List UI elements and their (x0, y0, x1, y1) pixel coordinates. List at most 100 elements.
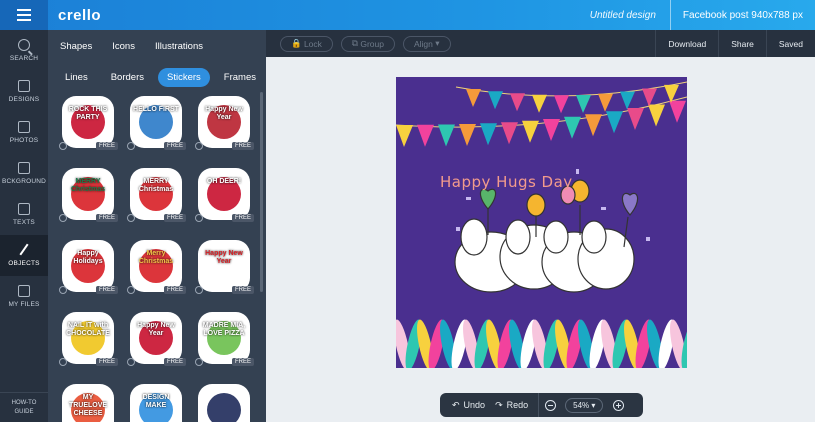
sticker-item[interactable]: HELLO FIRST FREE (126, 92, 186, 152)
info-icon[interactable] (59, 142, 67, 150)
sticker-text: Happy Holidays (73, 250, 103, 265)
bunting-flag (522, 120, 539, 143)
sticker-item[interactable]: MERRY Christmas FREE (58, 164, 118, 224)
bunting-flag (620, 91, 635, 110)
free-badge: FREE (231, 142, 254, 150)
sticker-item[interactable]: OH DEER! FREE (194, 164, 254, 224)
info-icon[interactable] (59, 358, 67, 366)
undo-label: Undo (463, 400, 486, 410)
sticker-item[interactable]: ROCK THIS PARTY FREE (58, 92, 118, 152)
nav-label: MY FILES (8, 301, 40, 308)
menu-icon[interactable] (0, 0, 48, 30)
zoom-in-button[interactable] (607, 399, 629, 411)
redo-label: Redo (506, 400, 529, 410)
zoom-out-button[interactable] (539, 399, 561, 411)
bunting-flag (480, 123, 497, 146)
undo-button[interactable]: ↶ Undo (440, 393, 485, 417)
sticker-item[interactable]: DESIGN MAKEFREE (126, 380, 186, 422)
sticker-text: MY TRUELOVE CHEESE (68, 394, 108, 417)
left-nav: SEARCH DESIGNS PHOTOS BCKGROUND TEXTS OB… (0, 30, 48, 422)
sticker-text: HELLO FIRST (133, 106, 179, 113)
align-label: Align (413, 38, 433, 49)
app-logo[interactable]: crello (58, 7, 101, 24)
sticker-item[interactable]: Happy New Year FREE (194, 236, 254, 296)
undo-icon: ↶ (452, 399, 460, 410)
canvas-area[interactable]: Happy Hugs Day (266, 57, 815, 422)
sticker-text: OH DEER! (206, 178, 242, 185)
free-badge: FREE (163, 358, 186, 366)
sticker-text: NAIL IT with CHOCOLATE (66, 322, 110, 337)
info-icon[interactable] (195, 214, 203, 222)
free-badge: FREE (95, 214, 118, 222)
tab-illustrations[interactable]: Illustrations (155, 41, 203, 52)
redo-icon: ↷ (495, 399, 503, 410)
panel-scrollbar[interactable] (260, 92, 263, 292)
info-icon[interactable] (127, 286, 135, 294)
sticker-text: Happy New Year (137, 322, 175, 337)
info-icon[interactable] (127, 214, 135, 222)
sticker-item[interactable]: FREE (194, 380, 254, 422)
free-badge: FREE (231, 214, 254, 222)
nav-designs[interactable]: DESIGNS (0, 71, 48, 112)
share-button[interactable]: Share (718, 30, 766, 57)
nav-label: BCKGROUND (1, 178, 47, 185)
sticker-item[interactable]: MY TRUELOVE CHEESEFREE (58, 380, 118, 422)
nav-texts[interactable]: TEXTS (0, 194, 48, 235)
document-format[interactable]: Facebook post 940x788 px (669, 0, 815, 30)
info-icon[interactable] (127, 358, 135, 366)
info-icon[interactable] (195, 358, 203, 366)
tab-icons[interactable]: Icons (112, 41, 135, 52)
sheep-illustration (454, 205, 635, 293)
zoom-select[interactable]: 54% ▾ (565, 397, 604, 413)
sticker-item[interactable]: Happy New Year FREE (194, 92, 254, 152)
tab-frames[interactable]: Frames (215, 68, 265, 87)
editor-toolbar: 🔒 Lock ⧉ Group Align ▾ Download Share Sa… (266, 30, 815, 57)
search-icon (18, 39, 30, 51)
nav-search[interactable]: SEARCH (0, 30, 48, 71)
align-button[interactable]: Align ▾ (402, 35, 451, 52)
tab-stickers[interactable]: Stickers (157, 67, 210, 87)
nav-photos[interactable]: PHOTOS (0, 112, 48, 153)
info-icon[interactable] (59, 214, 67, 222)
sticker-item[interactable]: Merry Christmas FREE (126, 236, 186, 296)
saved-status: Saved (765, 30, 815, 57)
nav-objects[interactable]: OBJECTS (0, 235, 48, 276)
bunting-flag (598, 93, 613, 112)
info-icon[interactable] (127, 142, 135, 150)
nav-background[interactable]: BCKGROUND (0, 153, 48, 194)
bunting-flag (417, 124, 434, 147)
sticker-item[interactable]: Happy Holidays FREE (58, 236, 118, 296)
free-badge: FREE (95, 286, 118, 294)
info-icon[interactable] (59, 286, 67, 294)
my-files-icon (18, 285, 30, 297)
sticker-item[interactable]: NAIL IT with CHOCOLATE FREE (58, 308, 118, 368)
group-button[interactable]: ⧉ Group (340, 35, 395, 52)
tab-borders[interactable]: Borders (102, 68, 153, 87)
sticker-item[interactable]: MERRY Christmas FREE (126, 164, 186, 224)
nav-label: DESIGNS (8, 96, 40, 103)
redo-button[interactable]: ↷ Redo (485, 393, 538, 417)
bunting-flag (510, 93, 525, 112)
sticker-item[interactable]: Happy New Year FREE (126, 308, 186, 368)
artboard-title[interactable]: Happy Hugs Day (440, 173, 573, 191)
tab-shapes[interactable]: Shapes (60, 41, 92, 52)
sticker-art (198, 384, 250, 422)
lock-button[interactable]: 🔒 Lock (280, 35, 333, 52)
tab-lines[interactable]: Lines (56, 68, 97, 87)
info-icon[interactable] (195, 142, 203, 150)
document-title[interactable]: Untitled design (590, 10, 656, 21)
nav-label: TEXTS (13, 219, 35, 226)
bunting-flag (543, 119, 560, 141)
sticker-text: Merry Christmas (138, 250, 174, 265)
howto-guide-link[interactable]: HOW-TO GUIDE (0, 392, 48, 422)
artboard-art (396, 81, 687, 368)
bunting-flag (642, 88, 657, 107)
download-button[interactable]: Download (655, 30, 718, 57)
bunting-flag (459, 123, 476, 146)
bunting-garland (396, 81, 687, 147)
nav-my-files[interactable]: MY FILES (0, 276, 48, 317)
sticker-item[interactable]: MADRE MIA, LOVE PIZZA FREE (194, 308, 254, 368)
info-icon[interactable] (195, 286, 203, 294)
artboard[interactable]: Happy Hugs Day (396, 77, 687, 368)
bunting-flag (669, 100, 686, 123)
